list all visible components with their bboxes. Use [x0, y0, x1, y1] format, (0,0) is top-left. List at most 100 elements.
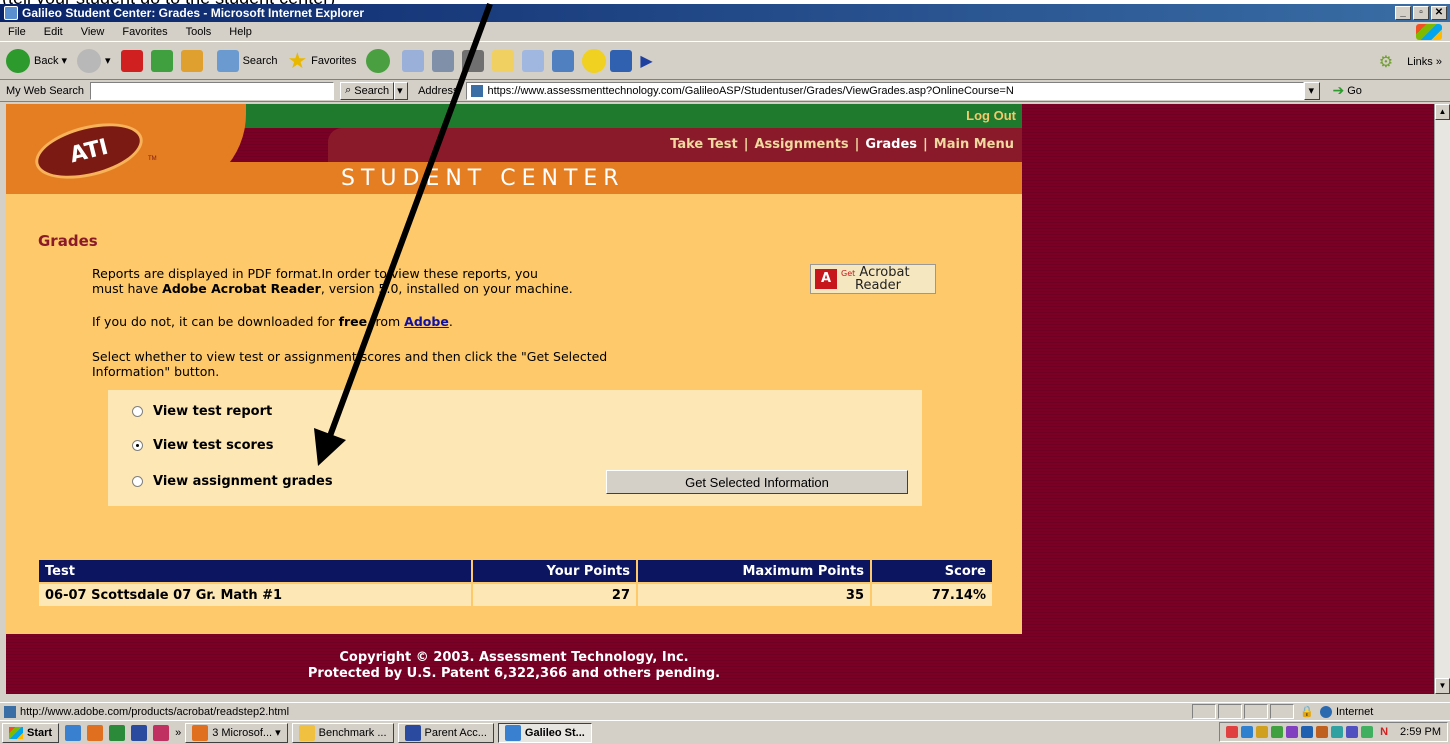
get-selected-information-button[interactable]: Get Selected Information — [606, 470, 908, 494]
globe-icon — [1320, 705, 1332, 718]
quicklaunch-chevron[interactable]: » — [175, 727, 181, 739]
adobe-logo-icon: A — [815, 269, 837, 289]
option-test-scores[interactable]: View test scores — [132, 438, 274, 453]
system-tray: N 2:59 PM — [1219, 722, 1448, 742]
web-search-input[interactable] — [90, 81, 335, 100]
radio-test-report[interactable] — [132, 406, 143, 417]
cell-your-points: 27 — [471, 582, 638, 608]
task-parent-access[interactable]: Parent Acc... — [397, 722, 494, 743]
messenger-icon[interactable] — [552, 49, 575, 72]
forward-arrow-icon — [77, 48, 102, 73]
task-microsoft[interactable]: 3 Microsof... ▾ — [185, 722, 288, 743]
status-url: http://www.adobe.com/products/acrobat/re… — [20, 705, 290, 718]
nav-take-test[interactable]: Take Test — [670, 137, 738, 152]
radio-test-scores[interactable] — [132, 440, 143, 451]
ie-icon — [4, 6, 18, 20]
menubar: File Edit View Favorites Tools Help — [0, 22, 1450, 42]
browser-viewport: Log Out Take Test | Assignments | Grades | Mai… — [6, 104, 1434, 694]
outlook-quicklaunch-icon[interactable] — [87, 724, 104, 741]
student-center-title: STUDENT CENTER — [341, 166, 625, 191]
print-icon[interactable] — [432, 49, 455, 72]
address-dropdown-button[interactable]: ▾ — [1304, 81, 1321, 100]
outlook-icon — [192, 724, 209, 741]
scroll-up-icon[interactable]: ▲ — [1435, 104, 1450, 120]
links-area[interactable]: ⚙ Links » — [1379, 52, 1442, 72]
status-bar: http://www.adobe.com/products/acrobat/re… — [0, 702, 1450, 720]
media-icon[interactable] — [610, 49, 633, 72]
refresh-icon[interactable] — [150, 49, 173, 72]
search-toolbar-button[interactable]: Search — [216, 49, 277, 72]
table-header-row: Test Your Points Maximum Points Score — [37, 558, 994, 584]
app-quicklaunch-icon[interactable] — [153, 724, 170, 741]
nav-main-menu[interactable]: Main Menu — [934, 137, 1014, 152]
mail-icon[interactable] — [402, 49, 425, 72]
maximize-button[interactable]: ▫ — [1413, 6, 1429, 20]
security-zone: Internet — [1336, 705, 1374, 718]
option-test-report[interactable]: View test report — [132, 404, 272, 419]
ie-icon — [504, 724, 521, 741]
col-your-points: Your Points — [471, 558, 638, 584]
n-icon[interactable]: N — [1380, 726, 1388, 738]
menu-tools[interactable]: Tools — [186, 26, 212, 38]
window-title: Galileo Student Center: Grades - Microso… — [22, 6, 365, 20]
start-button[interactable]: Start — [2, 722, 60, 743]
report-options-panel: View test report View test scores View a… — [108, 390, 922, 506]
menu-help[interactable]: Help — [229, 26, 252, 38]
vertical-scrollbar[interactable]: ▲ ▼ — [1434, 104, 1450, 694]
play-icon[interactable]: ▶ — [640, 51, 652, 71]
my-web-search-label: My Web Search — [6, 84, 85, 97]
search-dropdown-button[interactable]: ▾ — [394, 81, 409, 100]
edit-icon[interactable] — [462, 49, 485, 72]
address-bar-row: My Web Search ⌕ Search ▾ Address https:/… — [0, 80, 1450, 102]
search-icon: ⌕ — [345, 84, 352, 96]
address-label: Address — [418, 84, 459, 97]
word-quicklaunch-icon[interactable] — [131, 724, 148, 741]
windows-logo-icon — [1416, 24, 1442, 40]
trademark-mark: TM — [148, 156, 157, 162]
menu-view[interactable]: View — [81, 26, 105, 38]
col-maximum-points: Maximum Points — [636, 558, 872, 584]
scroll-down-icon[interactable]: ▼ — [1435, 678, 1450, 694]
task-benchmark[interactable]: Benchmark ... — [291, 722, 394, 743]
download-note: If you do not, it can be downloaded for … — [92, 314, 453, 329]
minimize-button[interactable]: _ — [1395, 6, 1411, 20]
history-icon[interactable] — [366, 48, 391, 73]
home-icon[interactable] — [180, 49, 203, 72]
nav-grades[interactable]: Grades — [865, 137, 917, 152]
web-search-button[interactable]: ⌕ Search — [340, 81, 395, 100]
go-button[interactable]: ➔ Go — [1328, 81, 1366, 100]
option-assignment-grades[interactable]: View assignment grades — [132, 474, 333, 489]
folder-icon[interactable] — [492, 49, 515, 72]
magnifier-icon — [216, 49, 239, 72]
cell-score: 77.14% — [870, 582, 994, 608]
adobe-link[interactable]: Adobe — [404, 314, 449, 329]
status-page-icon — [4, 705, 16, 718]
logout-link[interactable]: Log Out — [966, 108, 1016, 123]
stop-icon[interactable] — [120, 49, 143, 72]
page-icon — [471, 84, 484, 97]
smiley-icon[interactable] — [582, 48, 607, 73]
table-row: 06-07 Scottsdale 07 Gr. Math #1 27 35 77… — [37, 582, 994, 608]
task-galileo[interactable]: Galileo St... — [497, 722, 592, 743]
taskbar: Start » 3 Microsof... ▾ Benchmark ... Pa… — [0, 720, 1450, 744]
folder-icon — [298, 724, 315, 741]
forward-button[interactable]: ▾ — [77, 48, 111, 73]
get-acrobat-reader-badge[interactable]: A Get Acrobat Reader — [810, 264, 936, 294]
research-icon[interactable] — [522, 49, 545, 72]
address-input[interactable]: https://www.assessmenttechnology.com/Gal… — [466, 81, 1305, 100]
radio-assignment-grades[interactable] — [132, 476, 143, 487]
grades-content: Grades Reports are displayed in PDF form… — [6, 194, 1022, 634]
lock-icon: 🔒 — [1300, 706, 1314, 718]
close-button[interactable]: ✕ — [1431, 6, 1447, 20]
favorites-toolbar-button[interactable]: ★ Favorites — [287, 48, 356, 74]
excel-quicklaunch-icon[interactable] — [109, 724, 126, 741]
menu-favorites[interactable]: Favorites — [122, 26, 167, 38]
col-test: Test — [37, 558, 473, 584]
menu-edit[interactable]: Edit — [44, 26, 63, 38]
ie-quicklaunch-icon[interactable] — [65, 724, 82, 741]
nav-assignments[interactable]: Assignments — [754, 137, 848, 152]
grades-table: Test Your Points Maximum Points Score 06… — [37, 558, 994, 608]
menu-file[interactable]: File — [8, 26, 26, 38]
back-button[interactable]: Back ▾ — [6, 48, 67, 73]
page-title: Grades — [38, 232, 98, 250]
